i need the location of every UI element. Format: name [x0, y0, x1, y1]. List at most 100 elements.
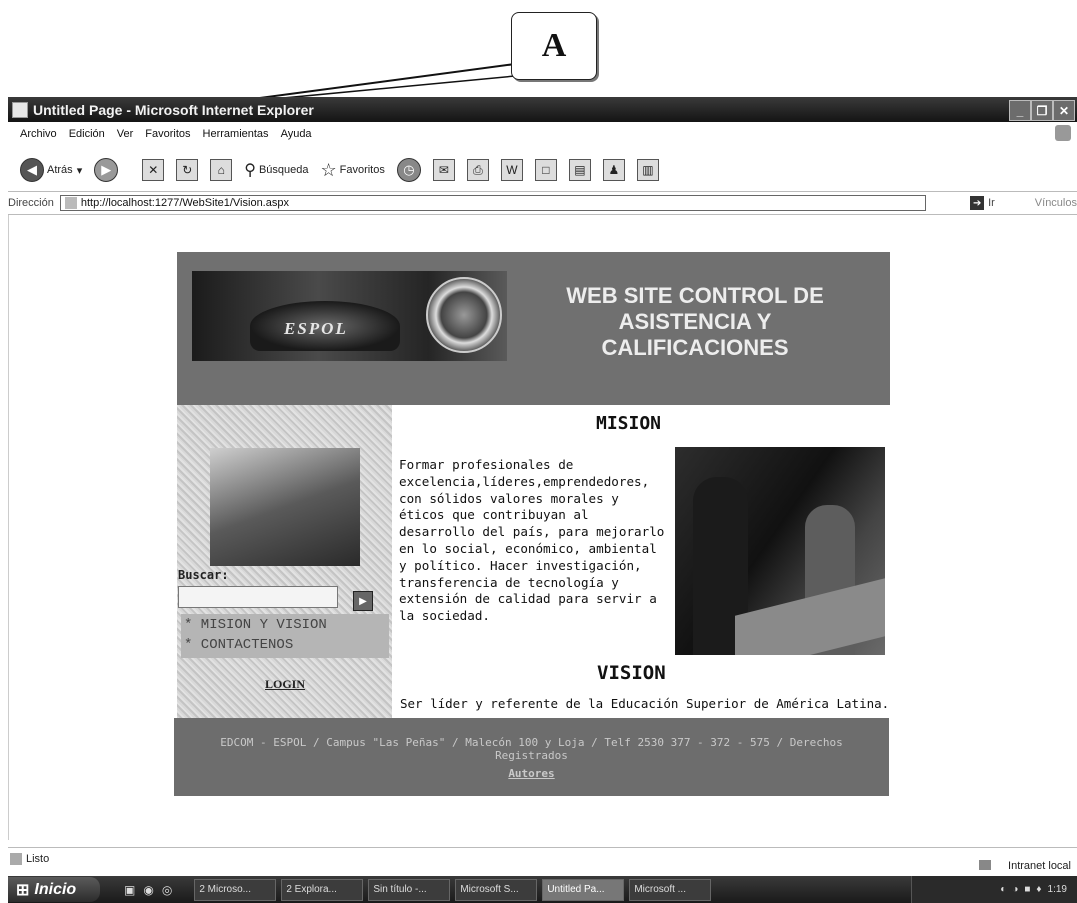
task-untitled-doc[interactable]: Sin título -... — [368, 878, 451, 901]
maximize-button[interactable]: ❐ — [1031, 100, 1053, 121]
ie-page-icon — [12, 101, 28, 118]
stop-icon: ✕ — [142, 159, 165, 181]
forward-button[interactable]: ▶ — [94, 158, 119, 182]
toolbar: ◀ Atrás ▾ ▶ ✕ ↻ ⌂ ⚲ Búsqueda ☆ Favoritos… — [8, 152, 1077, 188]
vision-title: VISION — [597, 662, 666, 684]
mission-title: MISION — [596, 413, 662, 434]
quicklaunch-ie-icon[interactable]: ◉ — [143, 883, 153, 897]
page-icon — [64, 197, 77, 209]
address-label: Dirección — [8, 197, 54, 209]
quicklaunch-browser-icon[interactable]: ◎ — [162, 883, 172, 897]
forward-arrow-icon: ▶ — [94, 158, 119, 182]
windows-flag-icon — [1055, 125, 1071, 141]
address-input[interactable]: http://localhost:1277/WebSite1/Vision.as… — [59, 195, 927, 211]
start-button[interactable]: ⊞ Inicio — [8, 877, 100, 902]
sidebar-link-contactenos[interactable]: * CONTACTENOS — [184, 637, 293, 653]
task-explorer-group[interactable]: 2 Explora... — [281, 878, 364, 901]
banner-photo: ESPOL — [192, 271, 507, 361]
page-status-icon — [10, 853, 22, 865]
menu-edicion[interactable]: Edición — [69, 128, 105, 140]
back-button[interactable]: ◀ Atrás ▾ — [20, 158, 82, 182]
menu-herramientas[interactable]: Herramientas — [203, 128, 269, 140]
refresh-button[interactable]: ↻ — [176, 159, 199, 181]
window-title-bar[interactable]: Untitled Page - Microsoft Internet Explo… — [8, 97, 1077, 122]
favorites-button[interactable]: ☆ Favoritos — [320, 160, 384, 181]
callout-a: A — [511, 12, 597, 80]
clock: 1:19 — [1047, 884, 1067, 895]
messenger-icon: ♟ — [602, 159, 625, 181]
back-arrow-icon: ◀ — [20, 158, 44, 182]
refresh-icon: ↻ — [176, 159, 199, 181]
play-arrow-icon: ▶ — [359, 595, 367, 607]
task-microsoft-group[interactable]: 2 Microso... — [194, 878, 277, 901]
tray-icon-volume[interactable]: ◑ — [1012, 884, 1018, 895]
address-bar: Dirección http://localhost:1277/WebSite1… — [8, 191, 1077, 215]
folder-button[interactable]: ▥ — [636, 159, 659, 181]
menu-ver[interactable]: Ver — [117, 128, 134, 140]
address-url: http://localhost:1277/WebSite1/Vision.as… — [80, 197, 289, 209]
edit-button[interactable]: W — [500, 159, 523, 181]
print-button[interactable]: ⎙ — [466, 159, 489, 181]
favorites-label: Favoritos — [339, 164, 385, 176]
sidebar-link-mision-vision[interactable]: * MISION Y VISION — [184, 617, 327, 633]
start-label: Inicio — [34, 880, 77, 898]
site-footer: EDCOM - ESPOL / Campus "Las Peñas" / Mal… — [174, 718, 889, 796]
tray-icon-update[interactable]: ♦ — [1036, 884, 1041, 895]
discuss-button[interactable]: □ — [534, 159, 557, 181]
home-icon: ⌂ — [210, 159, 233, 181]
search-label: Búsqueda — [258, 164, 309, 176]
star-icon: ☆ — [320, 159, 337, 180]
messenger-button[interactable]: ♟ — [602, 159, 625, 181]
menu-ayuda[interactable]: Ayuda — [281, 128, 312, 140]
search-go-button[interactable]: ▶ — [353, 591, 373, 611]
minimize-button[interactable]: _ — [1009, 100, 1031, 121]
task-microsoft-other[interactable]: Microsoft ... — [629, 878, 712, 901]
mission-text: Formar profesionales de excelencia,líder… — [399, 457, 665, 624]
security-zone-text: Intranet local — [1008, 860, 1071, 872]
menu-favoritos[interactable]: Favoritos — [145, 128, 190, 140]
menu-archivo[interactable]: Archivo — [20, 128, 57, 140]
research-icon: ▤ — [568, 159, 591, 181]
task-microsoft-s[interactable]: Microsoft S... — [455, 878, 538, 901]
task-untitled-page[interactable]: Untitled Pa... — [542, 878, 625, 901]
search-icon: ⚲ — [244, 162, 256, 179]
tray-icon-security[interactable]: ■ — [1024, 884, 1030, 895]
research-button[interactable]: ▤ — [568, 159, 591, 181]
espol-seal-logo — [426, 277, 502, 353]
students-photo — [210, 448, 360, 566]
tray-icon-network[interactable]: ◐ — [1000, 884, 1006, 895]
stop-button[interactable]: ✕ — [142, 159, 165, 181]
footer-text: EDCOM - ESPOL / Campus "Las Peñas" / Mal… — [220, 736, 843, 762]
search-button[interactable]: ⚲ Búsqueda — [244, 160, 308, 180]
quicklaunch-desktop-icon[interactable]: ▣ — [124, 883, 135, 897]
back-dropdown-icon[interactable]: ▾ — [77, 164, 83, 177]
status-text: Listo — [26, 853, 50, 865]
authors-link[interactable]: Autores — [174, 767, 889, 780]
back-label: Atrás — [47, 164, 73, 176]
printer-icon: ⎙ — [466, 159, 489, 181]
taskbar: ⊞ Inicio ▣ ◉ ◎ 2 Microso... 2 Explora...… — [8, 876, 1077, 903]
status-bar: Listo Intranet local — [8, 847, 1077, 872]
search-label: Buscar: — [178, 568, 229, 582]
espol-building-text: ESPOL — [284, 319, 348, 338]
graduation-photo — [675, 447, 885, 655]
links-label[interactable]: Vínculos — [1035, 197, 1077, 209]
window-title: Untitled Page - Microsoft Internet Explo… — [33, 101, 314, 118]
windows-logo-icon: ⊞ — [16, 881, 30, 899]
go-button[interactable]: Ir — [988, 197, 995, 209]
mail-icon: ✉ — [432, 159, 455, 181]
search-input[interactable] — [178, 586, 338, 608]
mail-button[interactable]: ✉ — [432, 159, 455, 181]
home-button[interactable]: ⌂ — [210, 159, 233, 181]
go-arrow-icon[interactable]: ➔ — [970, 196, 985, 210]
history-button[interactable]: ◷ — [396, 158, 421, 182]
system-tray: ◐ ◑ ■ ♦ 1:19 — [911, 876, 1077, 903]
word-icon: W — [500, 159, 523, 181]
folder-icon: ▥ — [636, 159, 659, 181]
discuss-icon: □ — [534, 159, 557, 181]
login-link[interactable]: LOGIN — [265, 677, 305, 692]
vision-text: Ser líder y referente de la Educación Su… — [400, 696, 890, 711]
close-button[interactable]: ✕ — [1053, 100, 1075, 121]
intranet-icon — [979, 860, 991, 870]
banner-title: WEB SITE CONTROL DE ASISTENCIA Y CALIFIC… — [566, 283, 824, 360]
